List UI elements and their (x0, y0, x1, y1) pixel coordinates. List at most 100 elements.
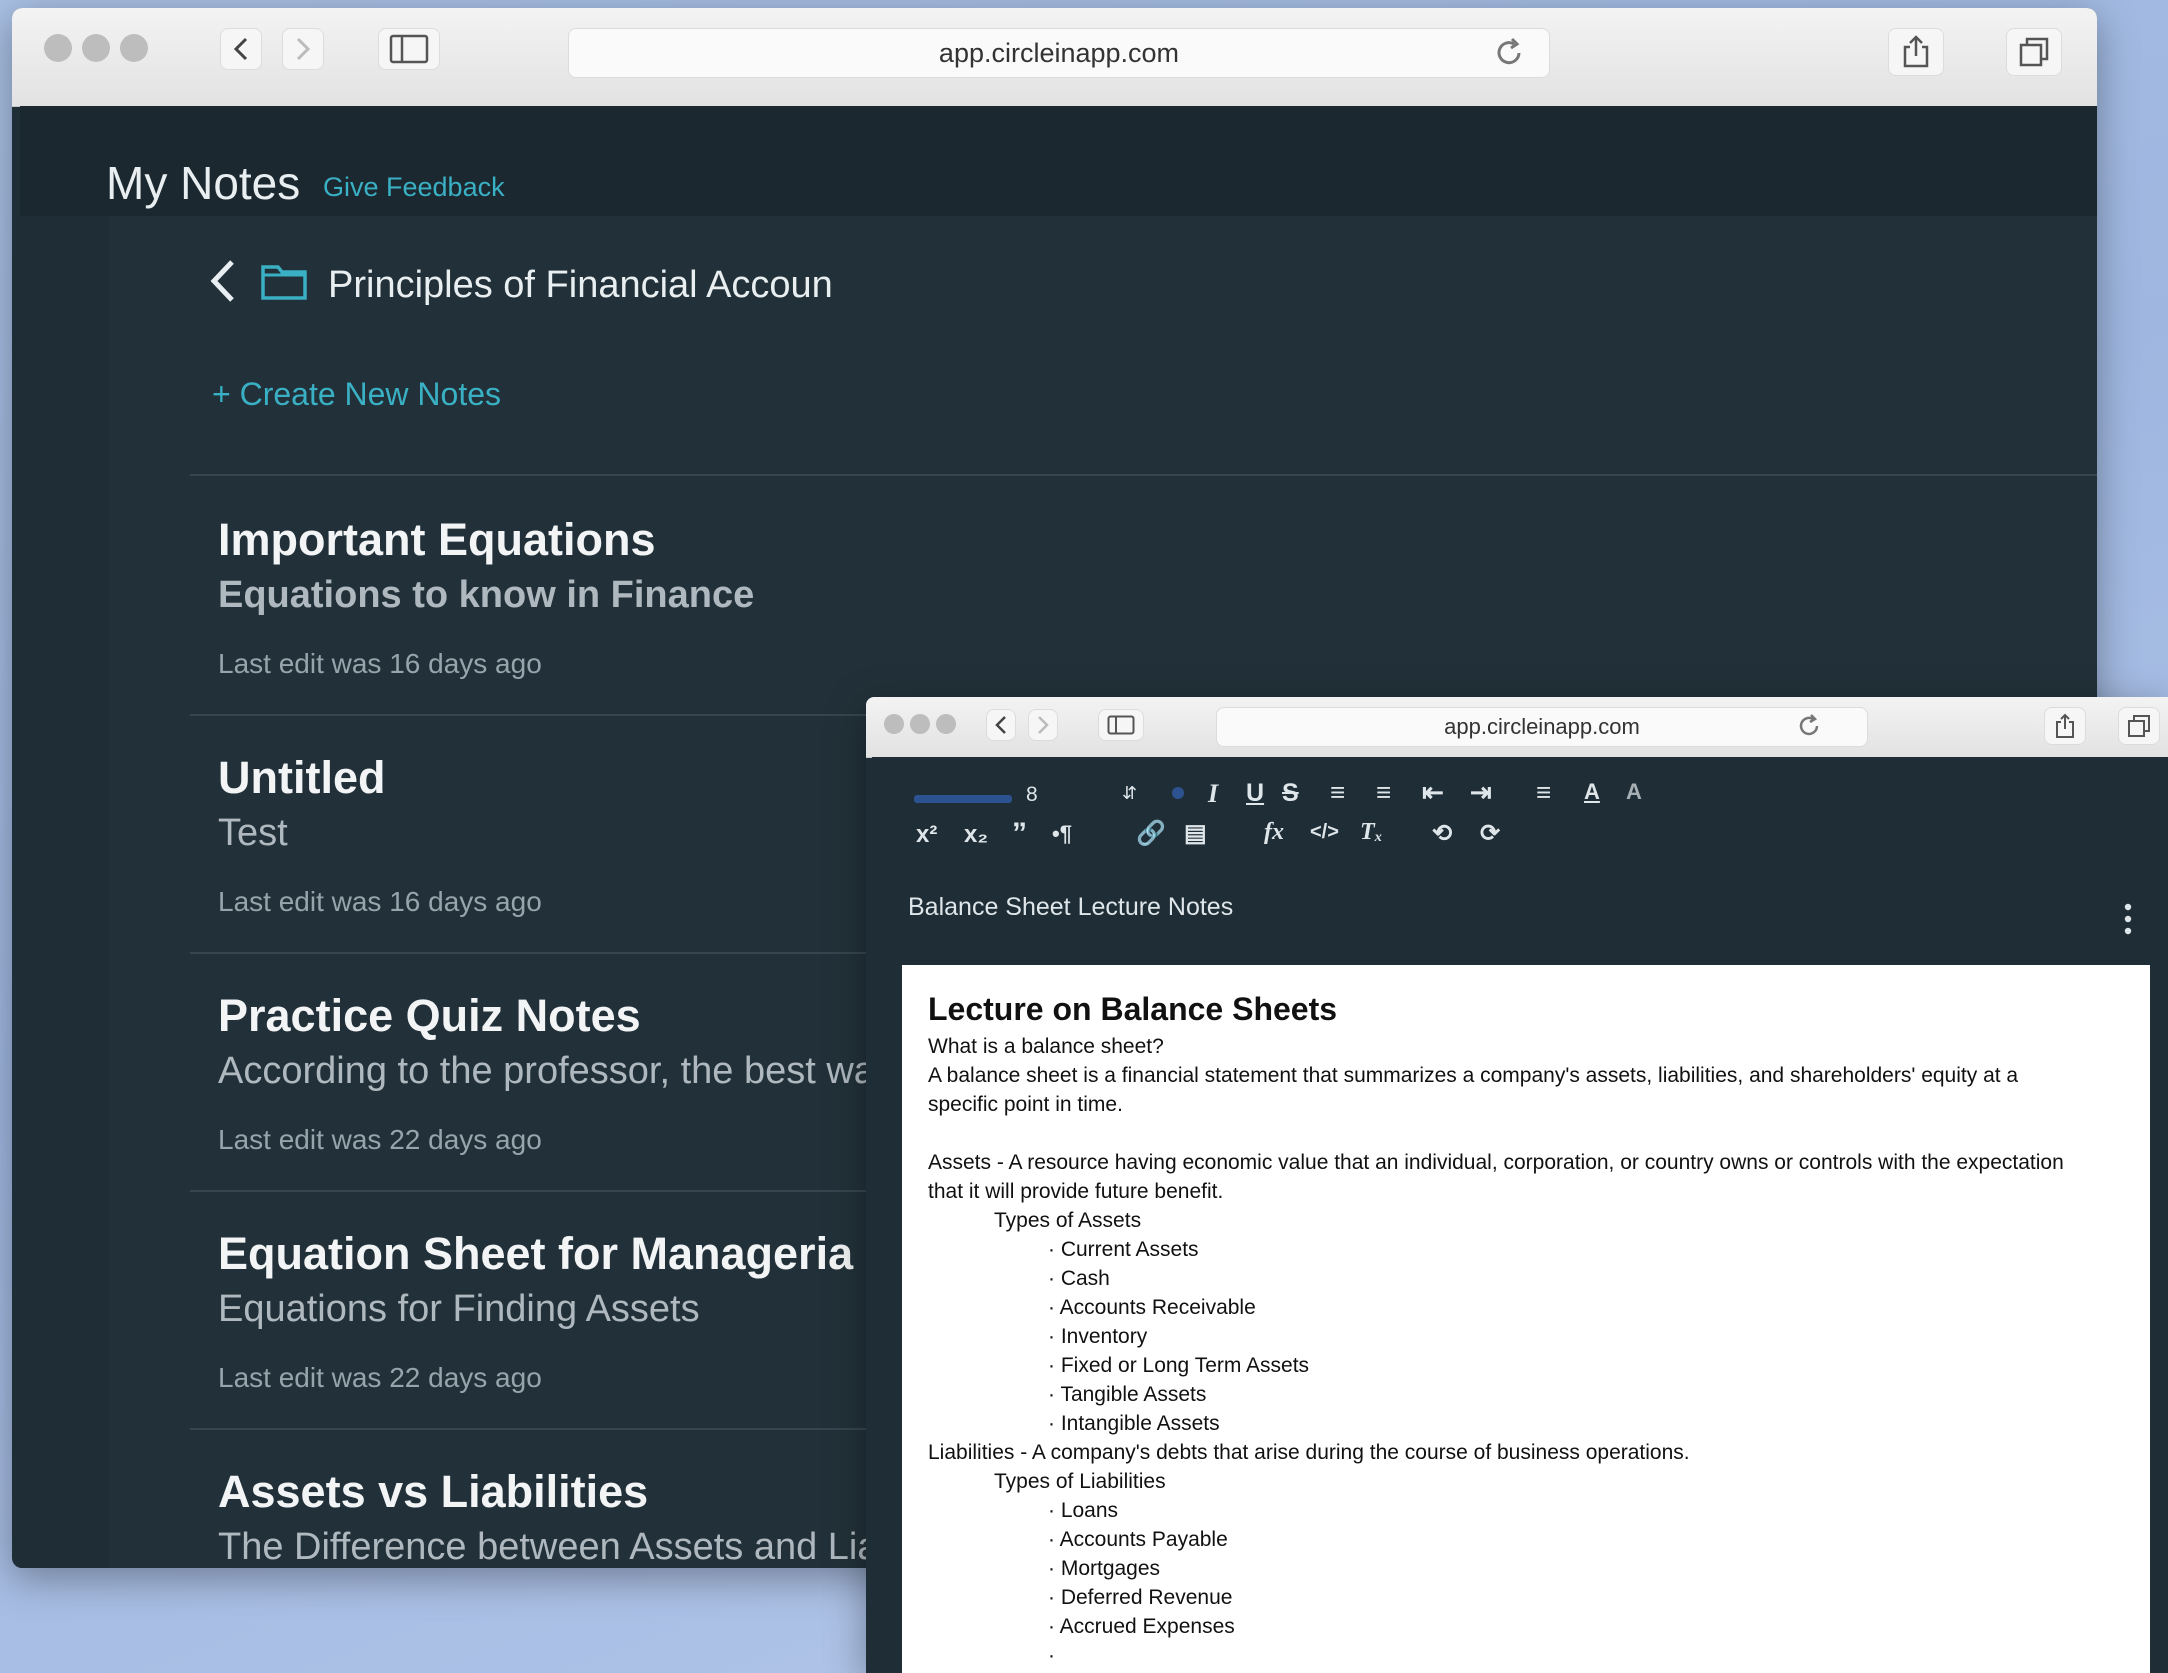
note-title: Important Equations (218, 514, 656, 565)
close-window-button[interactable] (44, 34, 72, 62)
link-icon[interactable]: 🔗 (1136, 819, 1166, 848)
bold-icon[interactable] (1172, 787, 1184, 799)
list-item: · (1048, 1644, 1055, 1667)
font-family-select[interactable] (914, 795, 1012, 803)
rtl-icon[interactable]: •¶ (1052, 821, 1072, 847)
minimize-window-button[interactable] (910, 714, 930, 734)
chevron-left-icon (995, 716, 1006, 734)
give-feedback-link[interactable]: Give Feedback (323, 172, 505, 203)
editor-browser-window: app.circleinapp.com 8 ⇵ I U S ≡ ≡ ⇤ ⇥ ≡ … (866, 697, 2168, 1673)
sidebar-toggle-button[interactable] (1098, 709, 1144, 741)
list-item: · Intangible Assets (1048, 1412, 1220, 1435)
subscript-icon[interactable]: x₂ (964, 821, 988, 849)
indent-icon[interactable]: ⇥ (1470, 777, 1492, 808)
url-text: app.circleinapp.com (1444, 714, 1640, 739)
address-bar[interactable]: app.circleinapp.com (568, 28, 1550, 78)
note-subtitle: Test (218, 812, 288, 854)
doc-subheading: Types of Assets (994, 1209, 1142, 1232)
create-new-notes-link[interactable]: + Create New Notes (212, 376, 501, 413)
sidebar-icon (1107, 715, 1135, 735)
highlight-icon[interactable]: A (1626, 779, 1642, 805)
note-subtitle: According to the professor, the best wa (218, 1050, 875, 1092)
bullet-list-icon[interactable]: ≡ (1376, 777, 1391, 808)
doc-subheading: Types of Liabilities (994, 1470, 1166, 1493)
font-color-icon[interactable]: A (1584, 779, 1600, 805)
ordered-list-icon[interactable]: ≡ (1330, 777, 1345, 808)
superscript-icon[interactable]: x² (916, 821, 937, 849)
tabs-icon (2019, 37, 2049, 67)
doc-paragraph: Assets - A resource having economic valu… (928, 1151, 2064, 1174)
more-options-icon[interactable] (2124, 903, 2132, 935)
list-item: · Accrued Expenses (1048, 1615, 1235, 1638)
share-button[interactable] (2044, 707, 2086, 745)
list-item: · Accounts Payable (1048, 1528, 1228, 1551)
undo-icon[interactable]: ⟲ (1432, 819, 1452, 848)
share-button[interactable] (1888, 28, 1944, 76)
doc-paragraph: A balance sheet is a financial statement… (928, 1064, 2019, 1087)
note-subtitle: The Difference between Assets and Lia (218, 1526, 879, 1568)
video-icon[interactable]: ▤ (1184, 819, 1207, 848)
reload-icon[interactable] (1796, 713, 1822, 739)
strikethrough-icon[interactable]: S (1282, 779, 1299, 808)
align-icon[interactable]: ≡ (1536, 777, 1551, 808)
document-editor[interactable]: Lecture on Balance Sheets What is a bala… (902, 965, 2150, 1673)
maximize-window-button[interactable] (936, 714, 956, 734)
close-window-button[interactable] (884, 714, 904, 734)
blockquote-icon[interactable]: ” (1012, 817, 1027, 851)
list-item: · Inventory (1048, 1325, 1148, 1348)
list-item: · Current Assets (1048, 1238, 1199, 1261)
note-edited: Last edit was 16 days ago (218, 886, 542, 917)
clear-format-icon[interactable]: Tₓ (1360, 819, 1383, 846)
folder-name: Principles of Financial Accoun (328, 264, 833, 306)
chevron-right-icon (296, 37, 311, 61)
note-edited: Last edit was 22 days ago (218, 1124, 542, 1155)
underline-icon[interactable]: U (1246, 779, 1264, 808)
list-item: · Fixed or Long Term Assets (1048, 1354, 1310, 1377)
sidebar-toggle-button[interactable] (378, 28, 440, 70)
sidebar-icon (389, 34, 429, 64)
address-bar[interactable]: app.circleinapp.com (1216, 707, 1868, 747)
formula-icon[interactable]: fx (1264, 819, 1284, 846)
back-button[interactable] (220, 28, 262, 70)
divider (190, 474, 2097, 476)
back-button[interactable] (986, 709, 1016, 741)
list-item: · Deferred Revenue (1048, 1586, 1233, 1609)
list-item: · Loans (1048, 1499, 1119, 1522)
note-subtitle: Equations for Finding Assets (218, 1288, 700, 1330)
url-text: app.circleinapp.com (938, 37, 1180, 68)
back-arrow-button[interactable] (208, 258, 238, 304)
list-item: · Accounts Receivable (1048, 1296, 1256, 1319)
doc-paragraph: specific point in time. (928, 1093, 1123, 1116)
note-card[interactable]: Important Equations Equations to know in… (190, 478, 2097, 716)
tabs-button[interactable] (2006, 28, 2062, 76)
list-item: · Tangible Assets (1048, 1383, 1207, 1406)
italic-icon[interactable]: I (1208, 779, 1218, 809)
reload-icon[interactable] (1492, 36, 1526, 70)
chevron-left-icon (210, 260, 234, 302)
note-edited: Last edit was 22 days ago (218, 1362, 542, 1393)
forward-button[interactable] (282, 28, 324, 70)
note-title-field[interactable]: Balance Sheet Lecture Notes (908, 893, 1233, 922)
maximize-window-button[interactable] (120, 34, 148, 62)
browser-toolbar: app.circleinapp.com (12, 8, 2097, 107)
share-icon (1903, 35, 1929, 68)
folder-icon (260, 261, 308, 301)
note-title: Practice Quiz Notes (218, 990, 641, 1041)
forward-button[interactable] (1028, 709, 1058, 741)
doc-paragraph: that it will provide future benefit. (928, 1180, 1224, 1203)
stepper-arrows-icon[interactable]: ⇵ (1122, 783, 1137, 804)
note-title: Untitled (218, 752, 386, 803)
chevron-right-icon (1038, 716, 1049, 734)
redo-icon[interactable]: ⟳ (1480, 819, 1500, 848)
outdent-icon[interactable]: ⇤ (1422, 777, 1444, 808)
minimize-window-button[interactable] (82, 34, 110, 62)
app-header: My Notes Give Feedback (20, 106, 2097, 216)
chevron-left-icon (233, 37, 248, 61)
code-icon[interactable]: </> (1310, 821, 1339, 844)
tabs-button[interactable] (2118, 707, 2160, 745)
font-size-select[interactable]: 8 (1026, 783, 1038, 807)
doc-question: What is a balance sheet? (928, 1035, 1164, 1058)
browser-toolbar: app.circleinapp.com (866, 697, 2168, 758)
list-item: · Cash (1048, 1267, 1110, 1290)
tabs-icon (2128, 715, 2150, 737)
